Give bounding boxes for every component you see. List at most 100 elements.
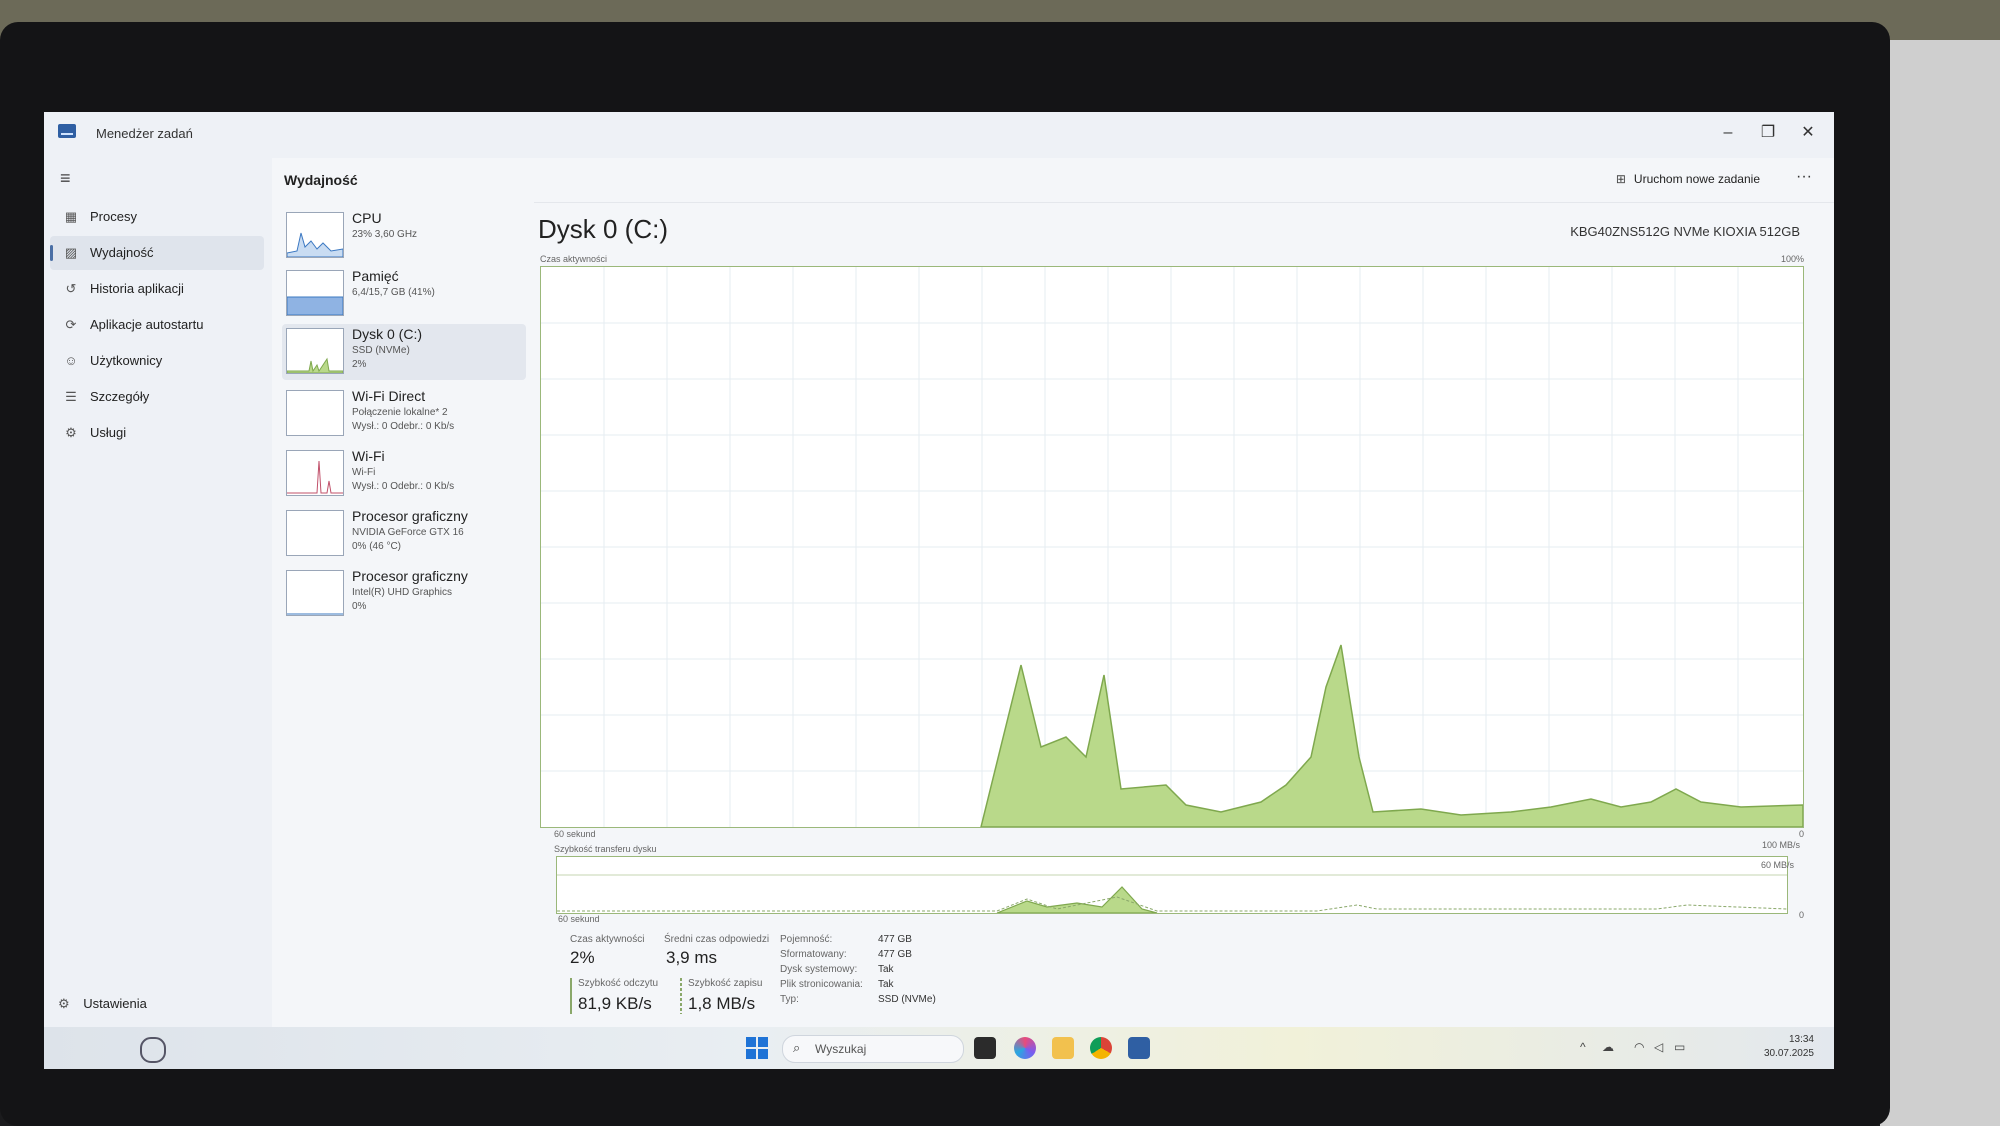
resource-name: Wi-Fi (352, 448, 385, 464)
taskbar-search[interactable]: ⌕ Wyszukaj (782, 1035, 964, 1063)
window-title: Menedżer zadań (96, 126, 193, 141)
sidebar-item-processes[interactable]: ▦ Procesy (50, 200, 264, 234)
sidebar-item-label: Aplikacje autostartu (90, 317, 204, 332)
disk-detail-panel: Dysk 0 (C:) KBG40ZNS512G NVMe KIOXIA 512… (534, 202, 1834, 1027)
widgets-icon[interactable] (140, 1037, 166, 1063)
performance-icon: ▨ (64, 245, 78, 260)
resource-name: Dysk 0 (C:) (352, 326, 422, 342)
resource-wifi-direct[interactable]: Wi-Fi Direct Połączenie lokalne* 2 Wysł.… (282, 386, 526, 442)
active-time-series (980, 644, 1803, 827)
active-time-chart (540, 266, 1804, 828)
resource-gpu-nvidia[interactable]: Procesor graficzny NVIDIA GeForce GTX 16… (282, 506, 526, 562)
screen: Menedżer zadań – ❐ ✕ ≡ ▦ Procesy ▨ Wydaj… (44, 112, 1834, 1069)
active-time-stat-label: Czas aktywności (570, 934, 645, 945)
start-button[interactable] (746, 1037, 768, 1059)
sidebar-item-label: Szczegóły (90, 389, 150, 404)
transfer-read-series (996, 886, 1158, 913)
property-value: Tak (878, 964, 894, 975)
property-key: Plik stronicowania: (780, 979, 863, 990)
page-title: Wydajność (284, 172, 358, 188)
startup-icon: ⟳ (65, 317, 77, 332)
resource-wifi[interactable]: Wi-Fi Wi-Fi Wysł.: 0 Odebr.: 0 Kb/s (282, 446, 526, 502)
file-explorer-icon[interactable] (1052, 1037, 1074, 1059)
volume-icon[interactable]: ◁ (1654, 1040, 1663, 1054)
details-icon: ☰ (65, 389, 77, 404)
windows-logo-tile (758, 1049, 768, 1059)
sidebar-item-users[interactable]: ☺ Użytkownicy (50, 344, 264, 378)
property-value: 477 GB (878, 934, 912, 945)
gpu-nvidia-thumbnail (286, 510, 344, 556)
resource-detail-line2: 0% (46 °C) (352, 541, 402, 552)
settings-label: Ustawienia (83, 996, 147, 1011)
active-time-chart-zero: 0 (1798, 829, 1804, 839)
run-new-task-label: Uruchom nowe zadanie (1633, 172, 1760, 186)
sidebar-item-details[interactable]: ☰ Szczegóły (50, 380, 264, 414)
wifi-direct-thumbnail (286, 390, 344, 436)
users-icon: ☺ (64, 353, 78, 368)
more-options-icon[interactable]: ··· (1796, 168, 1812, 186)
active-time-chart-grid (541, 267, 1803, 827)
resource-detail: 6,4/15,7 GB (41%) (352, 287, 435, 298)
wifi-thumbnail (286, 450, 344, 496)
resource-detail-line2: 2% (352, 359, 367, 370)
hamburger-menu-icon[interactable]: ≡ (60, 168, 71, 189)
resource-detail: NVIDIA GeForce GTX 16 0% (46 °C) (352, 526, 464, 554)
sidebar-item-label: Usługi (90, 425, 127, 440)
clock-date: 30.07.2025 (1763, 1048, 1814, 1059)
resource-name: Wi-Fi Direct (352, 388, 426, 404)
cloud-icon[interactable]: ☁ (1602, 1040, 1614, 1054)
resource-detail-line2: Wysł.: 0 Odebr.: 0 Kb/s (352, 421, 455, 432)
resource-name: Procesor graficzny (352, 508, 468, 524)
resource-detail: SSD (NVMe) 2% (352, 344, 410, 372)
wifi-icon[interactable]: ◠ (1634, 1040, 1644, 1054)
property-key: Dysk systemowy: (780, 964, 858, 975)
taskbar-clock[interactable]: 13:34 30.07.2025 (1764, 1033, 1814, 1061)
active-time-chart-label: Czas aktywności (540, 254, 608, 264)
copilot-icon[interactable] (1014, 1037, 1036, 1059)
resource-detail-line1: Intel(R) UHD Graphics (352, 587, 453, 598)
services-icon: ⚙ (65, 425, 77, 440)
windows-logo-tile (758, 1037, 768, 1047)
resource-cpu[interactable]: CPU 23% 3,60 GHz (282, 208, 526, 264)
resource-detail-line1: SSD (NVMe) (352, 345, 410, 356)
gear-icon: ⚙ (58, 996, 70, 1011)
settings-button[interactable]: ⚙ Ustawienia (58, 996, 147, 1012)
windows-logo-tile (746, 1049, 756, 1059)
maximize-button[interactable]: ❐ (1748, 118, 1788, 148)
sidebar-item-performance[interactable]: ▨ Wydajność (50, 236, 264, 270)
resource-name: Pamięć (352, 268, 399, 284)
property-key: Pojemność: (780, 934, 833, 945)
main-header: Wydajność ⊞ Uruchom nowe zadanie ··· (272, 158, 1834, 203)
resource-detail: Intel(R) UHD Graphics 0% (352, 586, 452, 614)
resource-detail: Połączenie lokalne* 2 Wysł.: 0 Odebr.: 0… (352, 406, 454, 434)
sidebar-item-startup-apps[interactable]: ⟳ Aplikacje autostartu (50, 308, 264, 342)
tray-overflow-icon[interactable]: ^ (1580, 1040, 1586, 1054)
clock-time: 13:34 (1788, 1034, 1814, 1045)
resource-memory[interactable]: Pamięć 6,4/15,7 GB (41%) (282, 266, 526, 322)
taskbar: ⌕ Wyszukaj ^ ☁ ◠ ◁ ▭ 13:34 30.07.2025 (44, 1027, 1834, 1069)
chrome-icon[interactable] (1090, 1037, 1112, 1059)
disk-title: Dysk 0 (C:) (538, 214, 668, 244)
battery-icon[interactable]: ▭ (1674, 1040, 1685, 1054)
new-task-icon: ⊞ (1615, 172, 1626, 186)
write-speed-indicator (680, 978, 682, 1014)
history-icon: ↺ (65, 281, 77, 296)
resource-detail-line2: Wysł.: 0 Odebr.: 0 Kb/s (352, 481, 455, 492)
run-new-task-button[interactable]: ⊞ Uruchom nowe zadanie (1616, 172, 1760, 186)
transfer-chart-zero: 0 (1798, 910, 1804, 920)
transfer-chart-duration: 60 sekund (558, 914, 600, 924)
task-manager-taskbar-icon[interactable] (1128, 1037, 1150, 1059)
resource-gpu-intel[interactable]: Procesor graficzny Intel(R) UHD Graphics… (282, 566, 526, 622)
read-speed-indicator (570, 978, 572, 1014)
resource-disk-c[interactable]: Dysk 0 (C:) SSD (NVMe) 2% (282, 324, 526, 380)
response-time-stat-label: Średni czas odpowiedzi (664, 934, 770, 945)
read-speed-value: 81,9 KB/s (578, 994, 652, 1013)
property-value: 477 GB (878, 949, 912, 960)
close-button[interactable]: ✕ (1788, 118, 1828, 148)
minimize-button[interactable]: – (1708, 118, 1748, 148)
resource-detail: 23% 3,60 GHz (352, 229, 418, 240)
read-speed-label: Szybkość odczytu (578, 978, 659, 989)
task-view-icon[interactable] (974, 1037, 996, 1059)
sidebar-item-app-history[interactable]: ↺ Historia aplikacji (50, 272, 264, 306)
sidebar-item-services[interactable]: ⚙ Usługi (50, 416, 264, 450)
